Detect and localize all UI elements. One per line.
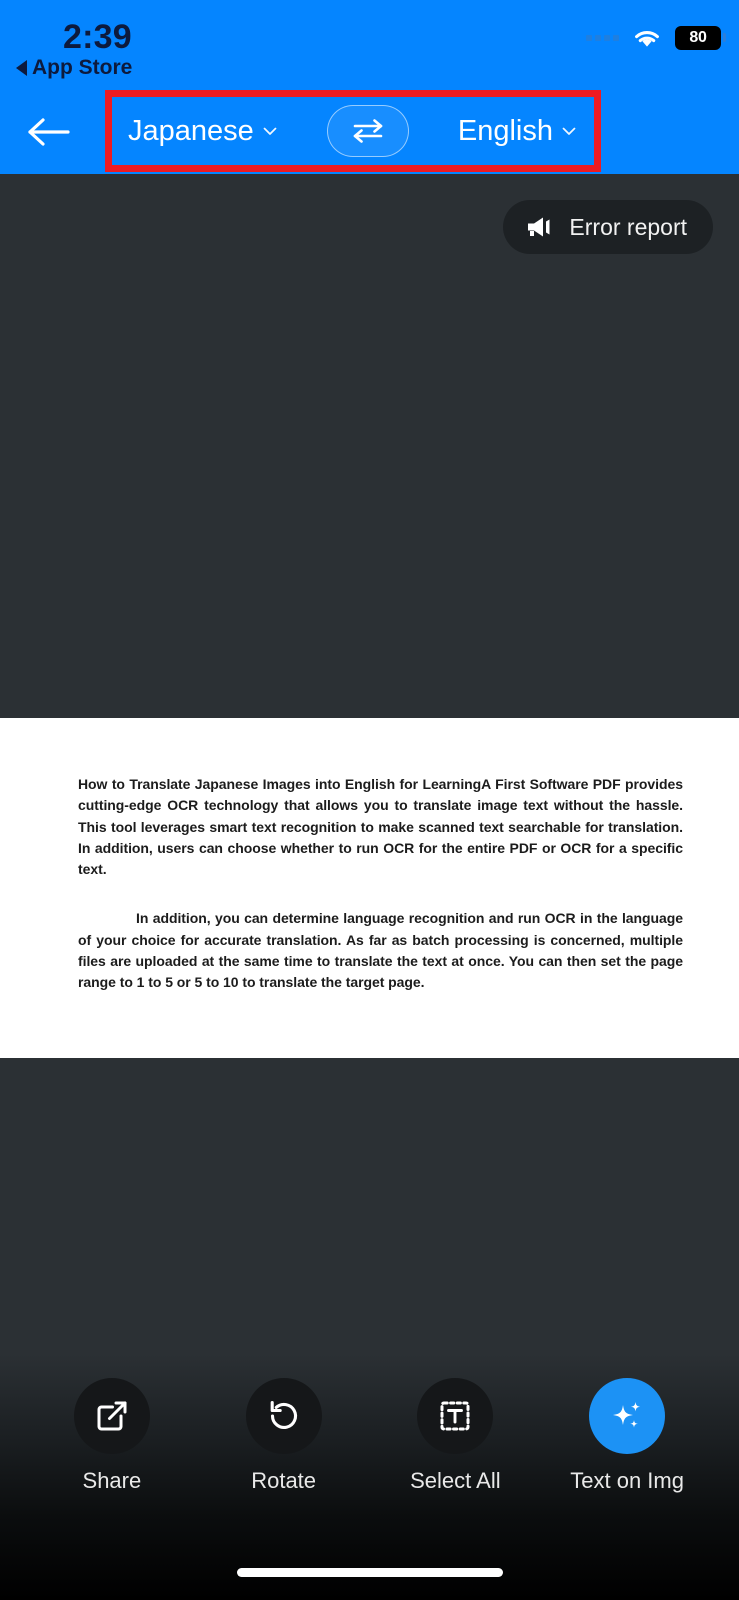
document-paragraph: In addition, you can determine language … [78,910,683,991]
battery-indicator: 80 [675,26,726,50]
document-text-body: How to Translate Japanese Images into En… [78,774,683,993]
status-bar-indicators: 80 [586,26,726,50]
image-viewer[interactable]: Error report How to Translate Japanese I… [0,174,739,1354]
document-paragraph: How to Translate Japanese Images into En… [78,776,683,878]
language-selector-group: Japanese English [110,88,595,174]
select-all-button-circle [417,1378,494,1454]
phone-screen: 2:39 App Store 80 Japanese English Error… [0,0,739,1600]
share-button-circle [73,1378,150,1454]
chevron-down-icon [562,127,576,135]
rotate-button-label: Rotate [251,1468,317,1493]
top-blue-region: 2:39 App Store 80 Japanese English [0,0,739,174]
battery-percent-label: 80 [689,29,707,46]
share-button-label: Share [82,1468,142,1493]
back-to-app-store-link[interactable]: App Store [16,56,132,80]
document-page[interactable]: How to Translate Japanese Images into En… [0,718,739,1058]
target-language-label: English [457,114,553,147]
language-bar: Japanese English [0,88,739,174]
rotate-counterclockwise-icon [270,1400,297,1429]
text-on-img-button[interactable]: Text on Img [552,1378,702,1494]
bottom-toolbar-region: Share Rotate Select All Text on Img [0,1354,739,1600]
select-all-button[interactable]: Select All [380,1378,530,1494]
share-export-icon [97,1401,127,1431]
back-button[interactable] [22,106,74,158]
chevron-down-icon [263,127,277,135]
bottom-toolbar: Share Rotate Select All Text on Img [0,1378,739,1494]
megaphone-icon [528,217,550,237]
rotate-button-circle [245,1378,322,1454]
select-all-button-label: Select All [410,1468,501,1493]
home-indicator[interactable] [236,1568,503,1577]
select-text-region-icon [440,1401,470,1431]
text-on-img-button-circle [589,1378,666,1454]
sparkles-icon [613,1402,641,1428]
text-on-img-button-label: Text on Img [570,1468,684,1493]
source-language-selector[interactable]: Japanese [128,115,278,148]
arrow-left-icon [28,118,70,146]
status-bar-clock: 2:39 [63,18,132,56]
triangle-left-icon [16,60,27,76]
cellular-dots-icon [586,35,619,41]
back-to-app-store-label: App Store [32,56,133,79]
wifi-icon [635,31,659,47]
error-report-label: Error report [569,213,687,240]
rotate-button[interactable]: Rotate [209,1378,359,1494]
status-bar: 2:39 App Store 80 [0,0,739,88]
swap-languages-button[interactable] [326,105,409,157]
target-language-selector[interactable]: English [458,115,577,148]
source-language-label: Japanese [128,114,254,147]
share-button[interactable]: Share [37,1378,187,1494]
error-report-button[interactable]: Error report [503,200,713,254]
swap-horizontal-icon [353,119,383,143]
